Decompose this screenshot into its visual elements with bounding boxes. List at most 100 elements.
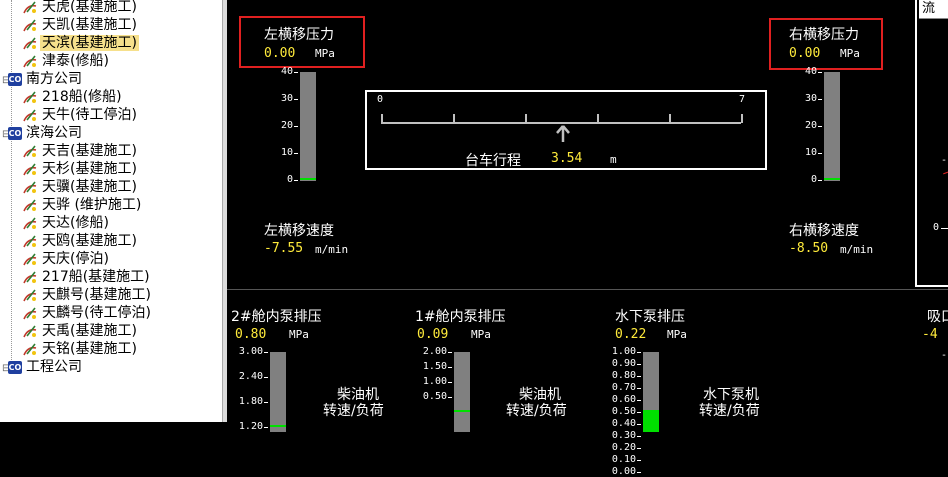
gauge-bar [300,72,316,181]
gauge-tick-label: 20 [280,120,293,131]
gauge-tick-mark [637,400,641,401]
gauge-tick-mark [448,382,452,383]
gauge-tick-mark [448,352,452,353]
right-pressure-value: 0.00 [789,46,821,61]
gauge-tick-label: 1.20 [238,421,263,432]
gauge-tick-label: 40 [804,66,817,77]
gauge-tick-label: 1.80 [238,396,263,407]
tree-ship-node[interactable]: 天虎(基建施工) [22,0,139,16]
gauge-bar [454,352,470,432]
gauge-tick-mark [818,72,822,73]
tree-node-label: 天鸥(基建施工) [42,233,137,249]
pump1-pressure-label: 1#舱内泵排压 [415,309,506,325]
tree-ship-node[interactable]: 217船(基建施工) [22,268,152,286]
tree-node-label: 天骥(基建施工) [42,179,137,195]
tree-node-label: 天禹(基建施工) [42,323,137,339]
suction-label: 吸口 [927,309,948,325]
left-pressure-gauge: 40 30 20 10 0 [273,66,317,192]
gauge-tick-mark [264,402,268,403]
company-icon: CO [8,72,22,86]
tree-ship-node[interactable]: 天铭(基建施工) [22,340,139,358]
right-pressure-unit: MPa [840,47,860,60]
underwater-pump-label: 水下泵排压 [615,309,685,325]
gauge-tick-mark [818,99,822,100]
ship-icon [22,90,38,104]
tree-ship-node[interactable]: 津泰(修船) [22,52,111,70]
pump2-pressure-gauge: 3.00 2.40 1.80 1.20 [233,346,287,439]
gauge-tick-mark [637,448,641,449]
ship-icon [22,36,38,50]
pump2-pressure-label: 2#舱内泵排压 [231,309,322,325]
tree-company-node[interactable]: ⊟CO 工程公司 [2,358,84,376]
tree-ship-node[interactable]: 天牛(待工停泊) [22,106,139,124]
tree-node-label: 天铭(基建施工) [42,341,137,357]
gauge-tick-label: 1.00 [422,376,447,387]
gauge-tick-mark [637,424,641,425]
right-pressure-label: 右横移压力 [789,27,859,43]
gauge-tick-label: 0.10 [611,454,636,465]
gauge-tick-label: 10 [804,147,817,158]
ship-icon [22,288,38,302]
gauge-tick-mark [448,397,452,398]
gauge-bar [824,72,840,181]
gauge-tick-label: 1.00 [611,346,636,357]
tree-node-label: 天牛(待工停泊) [42,107,137,123]
gauge-tick-mark [264,352,268,353]
gauge-tick-mark [294,180,298,181]
tree-ship-node[interactable]: 天达(修船) [22,214,111,232]
ship-icon [22,144,38,158]
gauge-tick-mark [294,99,298,100]
tree-node-label: 天吉(基建施工) [42,143,137,159]
gauge-tick-mark [637,364,641,365]
gauge-tick-mark [637,472,641,473]
tree-company-node[interactable]: ⊟CO 南方公司 [2,70,84,88]
tree-ship-node[interactable]: 天庆(停泊) [22,250,111,268]
carriage-scale-tick [741,114,743,123]
carriage-travel-box: 0 7 台车行程 3.54 m [365,90,767,170]
ship-icon [22,18,38,32]
gauge-tick-mark [294,153,298,154]
carriage-scale-tick [453,114,455,123]
tree-ship-node[interactable]: 天麒号(基建施工) [22,286,153,304]
tree-ship-node[interactable]: 天凯(基建施工) [22,16,139,34]
gauge-tick-mark [294,126,298,127]
tree-node-label: 滨海公司 [26,125,82,141]
tree-ship-node[interactable]: 天鸥(基建施工) [22,232,139,250]
tree-ship-node[interactable]: 天骅 (维护施工) [22,196,143,214]
gauge-tick-label: 1.50 [422,361,447,372]
ship-icon [22,216,38,230]
tree-node-label: 津泰(修船) [42,53,109,69]
pump1-pressure-value: 0.09 [417,327,449,342]
pump2-pressure-unit: MPa [289,328,309,341]
tree-ship-node[interactable]: 天禹(基建施工) [22,322,139,340]
ship-icon [22,306,38,320]
tree-ship-node[interactable]: 天麟号(待工停泊) [22,304,153,322]
gauge-tick-label: 0.50 [611,406,636,417]
ship-icon [22,342,38,356]
tree-ship-node[interactable]: 218船(修船) [22,88,124,106]
tree-ship-node[interactable]: 天吉(基建施工) [22,142,139,160]
tree-node-label: 天庆(停泊) [42,251,109,267]
tree-company-node[interactable]: ⊟CO 滨海公司 [2,124,84,142]
carriage-scale-min: 0 [377,94,384,105]
carriage-scale-tick [525,114,527,123]
right-scale-fragment-a: - [941,155,948,166]
right-speed-label: 右横移速度 [789,223,859,239]
ship-icon [22,54,38,68]
carriage-pointer-icon [555,125,571,143]
gauge-fill [824,178,840,180]
tree-node-label: 天骅 (维护施工) [42,197,142,213]
ship-icon [22,108,38,122]
carriage-scale-tick [381,114,383,123]
tree-ship-node[interactable]: 天杉(基建施工) [22,160,139,178]
tree-ship-node[interactable]: 天滨(基建施工) [22,34,139,52]
tree-node-label: 南方公司 [26,71,82,87]
company-icon: CO [8,126,22,140]
gauge-tick-mark [637,436,641,437]
gauge-tick-label: 3.00 [238,346,263,357]
ship-tree-panel: 天虎(基建施工) 天凯(基建施工) 天滨(基建施工) 津泰(修船) ⊟CO 南方公司 218… [0,0,222,422]
tree-ship-node[interactable]: 天骥(基建施工) [22,178,139,196]
gauge-bar [270,352,286,432]
flow-tab[interactable]: 流 [919,0,948,19]
tree-connector-line [11,0,12,368]
